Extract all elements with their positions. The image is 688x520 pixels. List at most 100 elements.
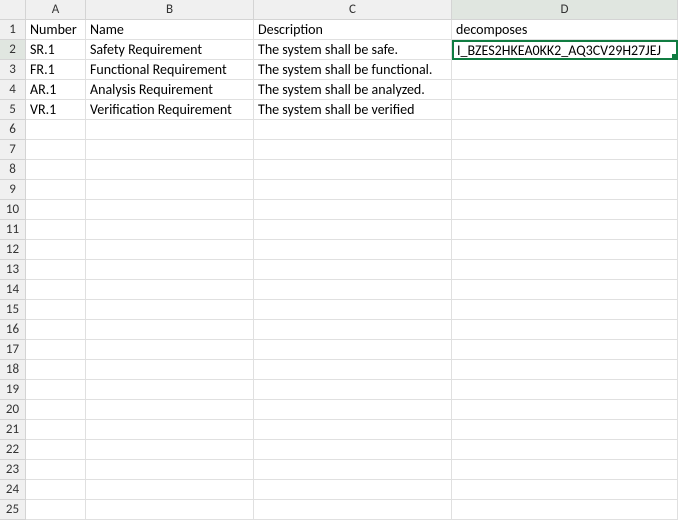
cell-A9[interactable] <box>26 180 86 200</box>
cell-A20[interactable] <box>26 400 86 420</box>
row-header-24[interactable]: 24 <box>0 480 26 500</box>
cell-A17[interactable] <box>26 340 86 360</box>
cell-B21[interactable] <box>86 420 254 440</box>
cell-D2[interactable]: I_BZES2HKEA0KK2_AQ3CV29H27JEJ <box>452 40 678 60</box>
row-header-2[interactable]: 2 <box>0 40 26 60</box>
cell-D11[interactable] <box>452 220 678 240</box>
row-header-23[interactable]: 23 <box>0 460 26 480</box>
cell-B25[interactable] <box>86 500 254 520</box>
cell-C24[interactable] <box>254 480 452 500</box>
cell-D16[interactable] <box>452 320 678 340</box>
col-header-A[interactable]: A <box>26 0 86 20</box>
cell-C14[interactable] <box>254 280 452 300</box>
cell-B15[interactable] <box>86 300 254 320</box>
cell-A23[interactable] <box>26 460 86 480</box>
cell-C6[interactable] <box>254 120 452 140</box>
cell-C21[interactable] <box>254 420 452 440</box>
cell-A25[interactable] <box>26 500 86 520</box>
cell-D19[interactable] <box>452 380 678 400</box>
cell-D18[interactable] <box>452 360 678 380</box>
row-header-5[interactable]: 5 <box>0 100 26 120</box>
cell-B2[interactable]: Safety Requirement <box>86 40 254 60</box>
row-header-16[interactable]: 16 <box>0 320 26 340</box>
cell-C11[interactable] <box>254 220 452 240</box>
row-header-22[interactable]: 22 <box>0 440 26 460</box>
row-header-3[interactable]: 3 <box>0 60 26 80</box>
cell-C7[interactable] <box>254 140 452 160</box>
cell-C23[interactable] <box>254 460 452 480</box>
row-header-8[interactable]: 8 <box>0 160 26 180</box>
cell-D21[interactable] <box>452 420 678 440</box>
cell-D22[interactable] <box>452 440 678 460</box>
cell-A6[interactable] <box>26 120 86 140</box>
cell-C3[interactable]: The system shall be functional. <box>254 60 452 80</box>
cell-C4[interactable]: The system shall be analyzed. <box>254 80 452 100</box>
cell-A5[interactable]: VR.1 <box>26 100 86 120</box>
cell-D6[interactable] <box>452 120 678 140</box>
row-header-9[interactable]: 9 <box>0 180 26 200</box>
cell-A16[interactable] <box>26 320 86 340</box>
cell-D14[interactable] <box>452 280 678 300</box>
row-header-15[interactable]: 15 <box>0 300 26 320</box>
cell-C22[interactable] <box>254 440 452 460</box>
cell-A14[interactable] <box>26 280 86 300</box>
row-header-13[interactable]: 13 <box>0 260 26 280</box>
cell-A19[interactable] <box>26 380 86 400</box>
cell-B10[interactable] <box>86 200 254 220</box>
row-header-12[interactable]: 12 <box>0 240 26 260</box>
col-header-B[interactable]: B <box>86 0 254 20</box>
cell-A15[interactable] <box>26 300 86 320</box>
cell-C16[interactable] <box>254 320 452 340</box>
cell-C10[interactable] <box>254 200 452 220</box>
cell-A1[interactable]: Number <box>26 20 86 40</box>
col-header-C[interactable]: C <box>254 0 452 20</box>
cell-C2[interactable]: The system shall be safe. <box>254 40 452 60</box>
row-header-25[interactable]: 25 <box>0 500 26 520</box>
cell-D12[interactable] <box>452 240 678 260</box>
cell-C1[interactable]: Description <box>254 20 452 40</box>
cell-D9[interactable] <box>452 180 678 200</box>
cell-B24[interactable] <box>86 480 254 500</box>
cell-C9[interactable] <box>254 180 452 200</box>
row-header-6[interactable]: 6 <box>0 120 26 140</box>
cell-D3[interactable] <box>452 60 678 80</box>
cell-A13[interactable] <box>26 260 86 280</box>
cell-B16[interactable] <box>86 320 254 340</box>
cell-A21[interactable] <box>26 420 86 440</box>
row-header-21[interactable]: 21 <box>0 420 26 440</box>
cell-D13[interactable] <box>452 260 678 280</box>
cell-D1[interactable]: decomposes <box>452 20 678 40</box>
cell-B8[interactable] <box>86 160 254 180</box>
cell-D23[interactable] <box>452 460 678 480</box>
row-header-19[interactable]: 19 <box>0 380 26 400</box>
row-header-18[interactable]: 18 <box>0 360 26 380</box>
cell-B6[interactable] <box>86 120 254 140</box>
cell-B18[interactable] <box>86 360 254 380</box>
cell-B3[interactable]: Functional Requirement <box>86 60 254 80</box>
row-header-14[interactable]: 14 <box>0 280 26 300</box>
cell-C13[interactable] <box>254 260 452 280</box>
cell-B13[interactable] <box>86 260 254 280</box>
cell-C19[interactable] <box>254 380 452 400</box>
cell-D7[interactable] <box>452 140 678 160</box>
cell-D4[interactable] <box>452 80 678 100</box>
cell-A22[interactable] <box>26 440 86 460</box>
row-header-4[interactable]: 4 <box>0 80 26 100</box>
cell-B11[interactable] <box>86 220 254 240</box>
cell-B7[interactable] <box>86 140 254 160</box>
cell-B5[interactable]: Verification Requirement <box>86 100 254 120</box>
cell-A10[interactable] <box>26 200 86 220</box>
cell-B9[interactable] <box>86 180 254 200</box>
cell-D24[interactable] <box>452 480 678 500</box>
cell-D8[interactable] <box>452 160 678 180</box>
cell-A12[interactable] <box>26 240 86 260</box>
cell-C25[interactable] <box>254 500 452 520</box>
cell-A8[interactable] <box>26 160 86 180</box>
cell-D15[interactable] <box>452 300 678 320</box>
cell-C12[interactable] <box>254 240 452 260</box>
cell-B4[interactable]: Analysis Requirement <box>86 80 254 100</box>
cell-B14[interactable] <box>86 280 254 300</box>
cell-D25[interactable] <box>452 500 678 520</box>
cell-B12[interactable] <box>86 240 254 260</box>
cell-B1[interactable]: Name <box>86 20 254 40</box>
